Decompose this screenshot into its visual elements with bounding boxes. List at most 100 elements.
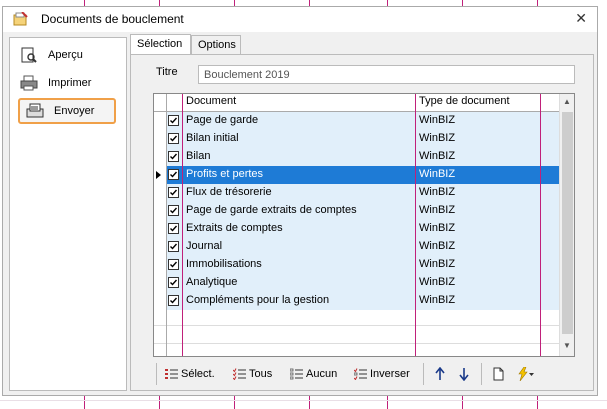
row-checkbox[interactable]: [168, 115, 179, 126]
table-row[interactable]: Compléments pour la gestion WinBIZ: [154, 292, 559, 310]
table-row[interactable]: Bilan initial WinBIZ: [154, 130, 559, 148]
document-type-cell: WinBIZ: [419, 186, 456, 198]
select-all-label: Tous: [249, 368, 273, 380]
table-row[interactable]: Page de garde WinBIZ: [154, 112, 559, 130]
select-button[interactable]: Sélect.: [165, 365, 215, 383]
window-title: Documents de bouclement: [41, 12, 184, 26]
row-header[interactable]: [154, 220, 166, 238]
row-checkbox[interactable]: [168, 295, 179, 306]
row-checkbox[interactable]: [168, 205, 179, 216]
title-bar: Documents de bouclement ✕: [3, 7, 597, 32]
column-header-document[interactable]: Document: [186, 95, 236, 107]
titre-label: Titre: [156, 66, 178, 78]
document-name-cell: Extraits de comptes: [186, 222, 283, 234]
move-down-button[interactable]: [459, 365, 469, 383]
document-name-cell: Profits et pertes: [186, 168, 264, 180]
tab-options[interactable]: Options: [191, 35, 241, 55]
checkmark-icon: [170, 189, 178, 196]
row-header[interactable]: [154, 274, 166, 292]
grid-header: Document Type de document: [154, 94, 559, 112]
toolbar-separator: [156, 363, 157, 385]
checkmark-icon: [170, 279, 178, 286]
table-row[interactable]: Extraits de comptes WinBIZ: [154, 220, 559, 238]
printer-icon: [20, 75, 38, 91]
row-checkbox[interactable]: [168, 259, 179, 270]
row-checkbox[interactable]: [168, 223, 179, 234]
row-header[interactable]: [154, 202, 166, 220]
checkmark-icon: [170, 261, 178, 268]
row-header[interactable]: [154, 184, 166, 202]
select-none-label: Aucun: [306, 368, 338, 380]
row-header[interactable]: [154, 166, 166, 184]
row-header[interactable]: [154, 256, 166, 274]
titre-input[interactable]: [198, 65, 575, 84]
dialog-window: Documents de bouclement ✕ Aperçu Imprime…: [2, 6, 598, 396]
uncheck-all-icon: [290, 368, 303, 380]
document-type-cell: WinBIZ: [419, 150, 456, 162]
document-name-cell: Page de garde extraits de comptes: [186, 204, 357, 216]
column-header-type[interactable]: Type de document: [419, 95, 510, 107]
row-header[interactable]: [154, 148, 166, 166]
invert-selection-label: Inverser: [370, 368, 410, 380]
sidebar-item-imprimer[interactable]: Imprimer: [20, 72, 120, 94]
document-type-cell: WinBIZ: [419, 114, 456, 126]
document-type-cell: WinBIZ: [419, 222, 456, 234]
select-all-button[interactable]: Tous: [233, 365, 272, 383]
select-list-icon: [165, 369, 178, 379]
scroll-up-icon[interactable]: ▲: [563, 97, 571, 106]
tab-selection[interactable]: Sélection: [130, 34, 191, 56]
row-header[interactable]: [154, 238, 166, 256]
sidebar-item-label: Envoyer: [54, 105, 95, 117]
arrow-up-icon: [435, 367, 445, 380]
row-checkbox[interactable]: [168, 133, 179, 144]
document-type-cell: WinBIZ: [419, 132, 456, 144]
table-row[interactable]: Flux de trésorerie WinBIZ: [154, 184, 559, 202]
document-name-cell: Analytique: [186, 276, 238, 288]
invert-selection-button[interactable]: Inverser: [354, 365, 410, 383]
select-label: Sélect.: [181, 368, 215, 380]
table-row[interactable]: Bilan WinBIZ: [154, 148, 559, 166]
new-document-button[interactable]: [493, 365, 504, 383]
row-checkbox[interactable]: [168, 187, 179, 198]
row-checkbox[interactable]: [168, 277, 179, 288]
table-row[interactable]: Page de garde extraits de comptes WinBIZ: [154, 202, 559, 220]
document-type-cell: WinBIZ: [419, 204, 456, 216]
document-name-cell: Compléments pour la gestion: [186, 294, 330, 306]
select-none-button[interactable]: Aucun: [290, 365, 337, 383]
send-icon: [26, 103, 44, 118]
row-header[interactable]: [154, 112, 166, 130]
row-header[interactable]: [154, 292, 166, 310]
check-all-icon: [233, 368, 246, 380]
table-row[interactable]: Immobilisations WinBIZ: [154, 256, 559, 274]
document-type-cell: WinBIZ: [419, 294, 456, 306]
document-name-cell: Immobilisations: [186, 258, 262, 270]
toolbar-separator: [481, 363, 482, 385]
checkmark-icon: [170, 153, 178, 160]
checkmark-icon: [170, 117, 178, 124]
row-checkbox[interactable]: [168, 151, 179, 162]
row-checkbox[interactable]: [168, 169, 179, 180]
sidebar-item-envoyer[interactable]: Envoyer: [18, 98, 116, 124]
row-checkbox[interactable]: [168, 241, 179, 252]
sidebar-item-label: Imprimer: [48, 77, 92, 89]
lightning-dropdown-icon: [518, 367, 534, 381]
action-menu-button[interactable]: [517, 365, 535, 383]
scroll-thumb[interactable]: [562, 112, 573, 334]
table-row[interactable]: Profits et pertes WinBIZ: [154, 166, 559, 184]
toolbar-separator: [423, 363, 424, 385]
app-icon: [13, 12, 28, 26]
column-divider: [182, 94, 183, 356]
close-icon[interactable]: ✕: [575, 10, 587, 27]
table-row[interactable]: Analytique WinBIZ: [154, 274, 559, 292]
table-row[interactable]: Journal WinBIZ: [154, 238, 559, 256]
checkmark-icon: [170, 297, 178, 304]
sidebar-item-apercu[interactable]: Aperçu: [20, 44, 120, 66]
guide-line: [0, 400, 607, 401]
invert-selection-icon: [354, 368, 367, 380]
row-header[interactable]: [154, 130, 166, 148]
scroll-down-icon[interactable]: ▼: [563, 341, 571, 350]
document-name-cell: Journal: [186, 240, 223, 252]
document-type-cell: WinBIZ: [419, 168, 456, 180]
move-up-button[interactable]: [435, 365, 445, 383]
vertical-scrollbar[interactable]: ▲ ▼: [559, 94, 574, 356]
